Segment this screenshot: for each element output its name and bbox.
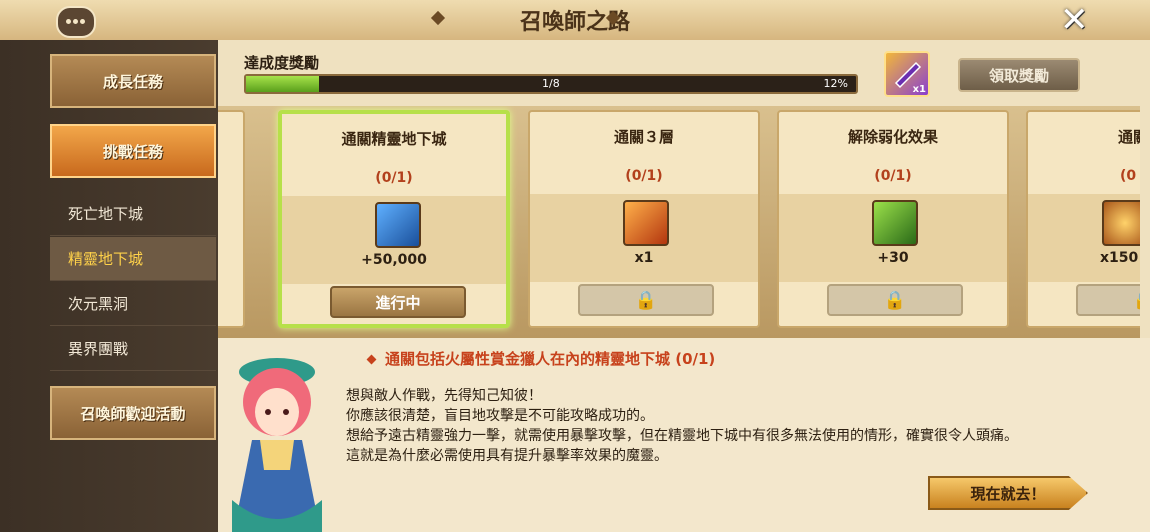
locked-button[interactable]: 🔒 xyxy=(1076,284,1140,316)
mission-card[interactable]: 通關精靈地下城 (0/1) +50,000 進行中 xyxy=(278,110,510,328)
card-reward-amount: x1 xyxy=(634,250,654,266)
in-progress-button[interactable]: 進行中 xyxy=(330,286,466,318)
quest-text-line: 想給予遠古精靈強力一擊，就需使用暴擊攻擊，但在精靈地下城中有很多無法使用的情形，… xyxy=(346,428,1018,444)
progress-count: 1/8 xyxy=(542,77,560,90)
reward-scroll-icon[interactable]: x1 xyxy=(884,51,930,97)
mission-card-list: 通關精靈地下城 (0/1) +50,000 進行中 通關３層 (0/1) x1 … xyxy=(218,106,1140,338)
mission-card-partial-left xyxy=(218,110,245,328)
go-now-button[interactable]: 現在就去！ xyxy=(928,476,1088,510)
quest-objective-text: 通關包括火屬性賞金獵人在內的精靈地下城 (0/1) xyxy=(385,350,716,368)
tab-challenge-missions[interactable]: 挑戰任務 xyxy=(50,124,216,178)
scroll-icon xyxy=(623,200,669,246)
card-reward-amount: +30 xyxy=(877,250,909,266)
sidebar-item-death-dungeon[interactable]: 死亡地下城 xyxy=(50,192,216,236)
mission-card[interactable]: 通關３層 (0/1) x1 🔒 xyxy=(528,110,760,328)
locked-button[interactable]: 🔒 xyxy=(578,284,714,316)
tab-summoner-welcome[interactable]: 召喚師歡迎活動 xyxy=(50,386,216,440)
locked-button[interactable]: 🔒 xyxy=(827,284,963,316)
lock-icon: 🔒 xyxy=(883,289,907,311)
quest-text-line: 你應該很清楚，盲目地攻擊是不可能攻略成功的。 xyxy=(346,408,654,424)
card-reward-amount: x150 xyxy=(1100,250,1139,266)
quest-objective: 通關包括火屬性賞金獵人在內的精靈地下城 (0/1) xyxy=(366,348,716,369)
card-progress: (0/1) xyxy=(625,168,663,184)
card-title: 解除弱化效果 xyxy=(847,128,938,146)
card-title: 通關３層 xyxy=(613,128,674,146)
lock-icon: 🔒 xyxy=(634,289,658,311)
sidebar-item-rift-raid[interactable]: 異界團戰 xyxy=(50,327,216,371)
sidebar: 成長任務 挑戰任務 死亡地下城 精靈地下城 次元黑洞 異界團戰 召喚師歡迎活動 xyxy=(0,40,218,532)
achievement-label: 達成度獎勵 xyxy=(244,54,320,72)
card-progress: (0/1) xyxy=(375,170,413,186)
quest-text-line: 這就是為什麼必需使用具有提升暴擊率效果的魔靈。 xyxy=(346,448,668,464)
rune-icon xyxy=(1102,200,1140,246)
achievement-progress-bar: 1/8 12% xyxy=(244,74,858,94)
quest-text-line: 想與敵人作戰，先得知己知彼！ xyxy=(346,388,542,404)
mission-card[interactable]: 解除弱化效果 (0/1) +30 🔒 xyxy=(777,110,1009,328)
quest-description-panel: 通關包括火屬性賞金獵人在內的精靈地下城 (0/1) 想與敵人作戰，先得知己知彼！… xyxy=(218,338,1150,532)
main-panel: 達成度獎勵 1/8 12% x1 領取獎勵 通關精靈地下城 (0/1) +50,… xyxy=(218,40,1150,532)
progress-fill xyxy=(246,76,320,92)
page-title: 召喚師之路 xyxy=(519,10,630,35)
crystal-icon xyxy=(375,202,421,248)
mission-card-partial-right[interactable]: 通關 (0 x150 🔒 xyxy=(1026,110,1140,328)
card-title: 通關 xyxy=(1118,128,1140,146)
quest-description: 想與敵人作戰，先得知己知彼！ 你應該很清楚，盲目地攻擊是不可能攻略成功的。 想給… xyxy=(346,386,1096,476)
sidebar-item-spirit-dungeon[interactable]: 精靈地下城 xyxy=(50,237,216,281)
reward-quantity: x1 xyxy=(912,84,926,95)
card-progress: (0/1) xyxy=(874,168,912,184)
top-bar: 召喚師之路 ✕ xyxy=(0,0,1150,42)
card-progress: (0 xyxy=(1120,168,1137,184)
lock-icon: 🔒 xyxy=(1133,290,1140,311)
diamond-icon xyxy=(366,354,377,365)
claim-reward-button[interactable]: 領取獎勵 xyxy=(958,58,1080,92)
close-icon[interactable]: ✕ xyxy=(1060,2,1089,38)
card-title: 通關精靈地下城 xyxy=(341,130,447,148)
sidebar-item-dimension-hole[interactable]: 次元黑洞 xyxy=(50,282,216,326)
progress-percent: 12% xyxy=(823,77,848,90)
card-reward-amount: +50,000 xyxy=(361,252,427,268)
tab-growth-missions[interactable]: 成長任務 xyxy=(50,54,216,108)
character-avatar xyxy=(232,358,322,532)
energy-icon xyxy=(872,200,918,246)
